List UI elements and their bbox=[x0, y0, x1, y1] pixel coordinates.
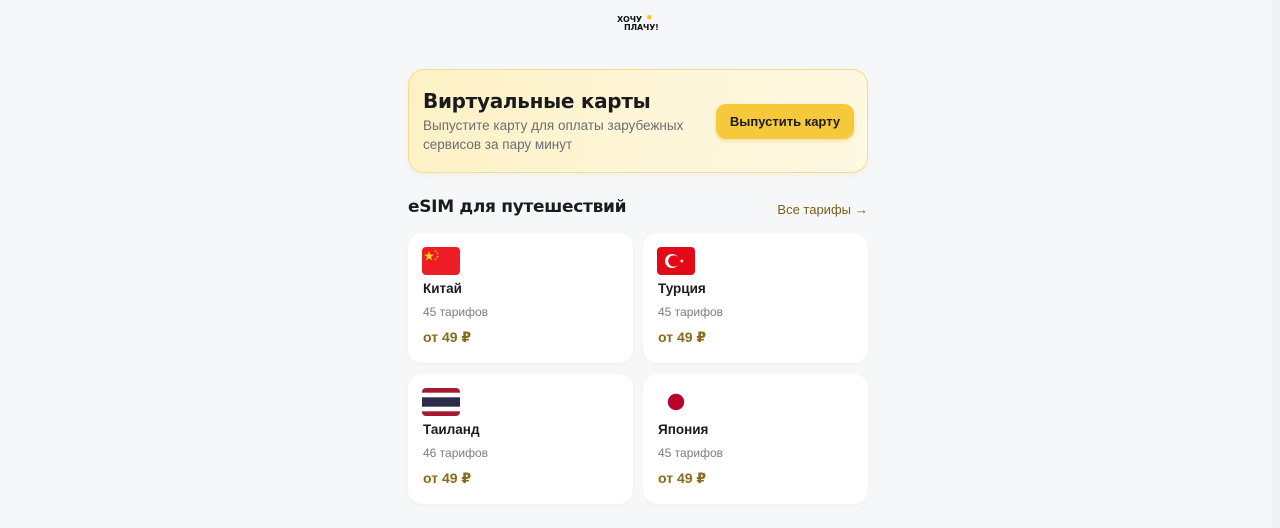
esim-card-turkey[interactable]: Турция 45 тарифов от 49 ₽ bbox=[643, 233, 868, 363]
all-tariffs-label: Все тарифы bbox=[777, 202, 851, 217]
card-tariffs-count: 45 тарифов bbox=[658, 446, 724, 460]
esim-card-japan[interactable]: Япония 45 тарифов от 49 ₽ bbox=[643, 374, 868, 504]
scrollbar[interactable] bbox=[1272, 0, 1280, 528]
thailand-flag-icon bbox=[422, 388, 460, 416]
card-tariffs-count: 46 тарифов bbox=[423, 446, 489, 460]
china-flag-icon bbox=[422, 247, 460, 275]
logo[interactable]: ХОЧУ ✸ ПЛАЧУ! bbox=[617, 14, 661, 34]
card-country: Турция bbox=[658, 281, 706, 296]
banner-title: Виртуальные карты bbox=[423, 89, 651, 113]
card-price: от 49 ₽ bbox=[423, 329, 472, 345]
logo-star-icon: ✸ bbox=[646, 13, 653, 22]
turkey-flag-icon bbox=[657, 247, 695, 275]
issue-card-button[interactable]: Выпустить карту bbox=[716, 104, 854, 139]
card-tariffs-count: 45 тарифов bbox=[423, 305, 489, 319]
card-price: от 49 ₽ bbox=[658, 470, 707, 486]
all-tariffs-link[interactable]: Все тарифы → bbox=[777, 202, 868, 217]
card-country: Таиланд bbox=[423, 422, 480, 437]
esim-section-title: eSIM для путешествий bbox=[408, 197, 627, 217]
logo-line-2: ПЛАЧУ! bbox=[624, 23, 659, 32]
arrow-right-icon: → bbox=[855, 202, 868, 217]
virtual-cards-banner: Виртуальные карты Выпустите карту для оп… bbox=[408, 69, 868, 173]
japan-flag-icon bbox=[657, 388, 695, 416]
banner-description: Выпустите карту для оплаты зарубежных се… bbox=[423, 118, 684, 152]
card-tariffs-count: 45 тарифов bbox=[658, 305, 724, 319]
card-country: Япония bbox=[658, 422, 709, 437]
card-price: от 49 ₽ bbox=[658, 329, 707, 345]
esim-card-thailand[interactable]: Таиланд 46 тарифов от 49 ₽ bbox=[408, 374, 633, 504]
card-country: Китай bbox=[423, 281, 462, 296]
esim-card-china[interactable]: Китай 45 тарифов от 49 ₽ bbox=[408, 233, 633, 363]
card-price: от 49 ₽ bbox=[423, 470, 472, 486]
